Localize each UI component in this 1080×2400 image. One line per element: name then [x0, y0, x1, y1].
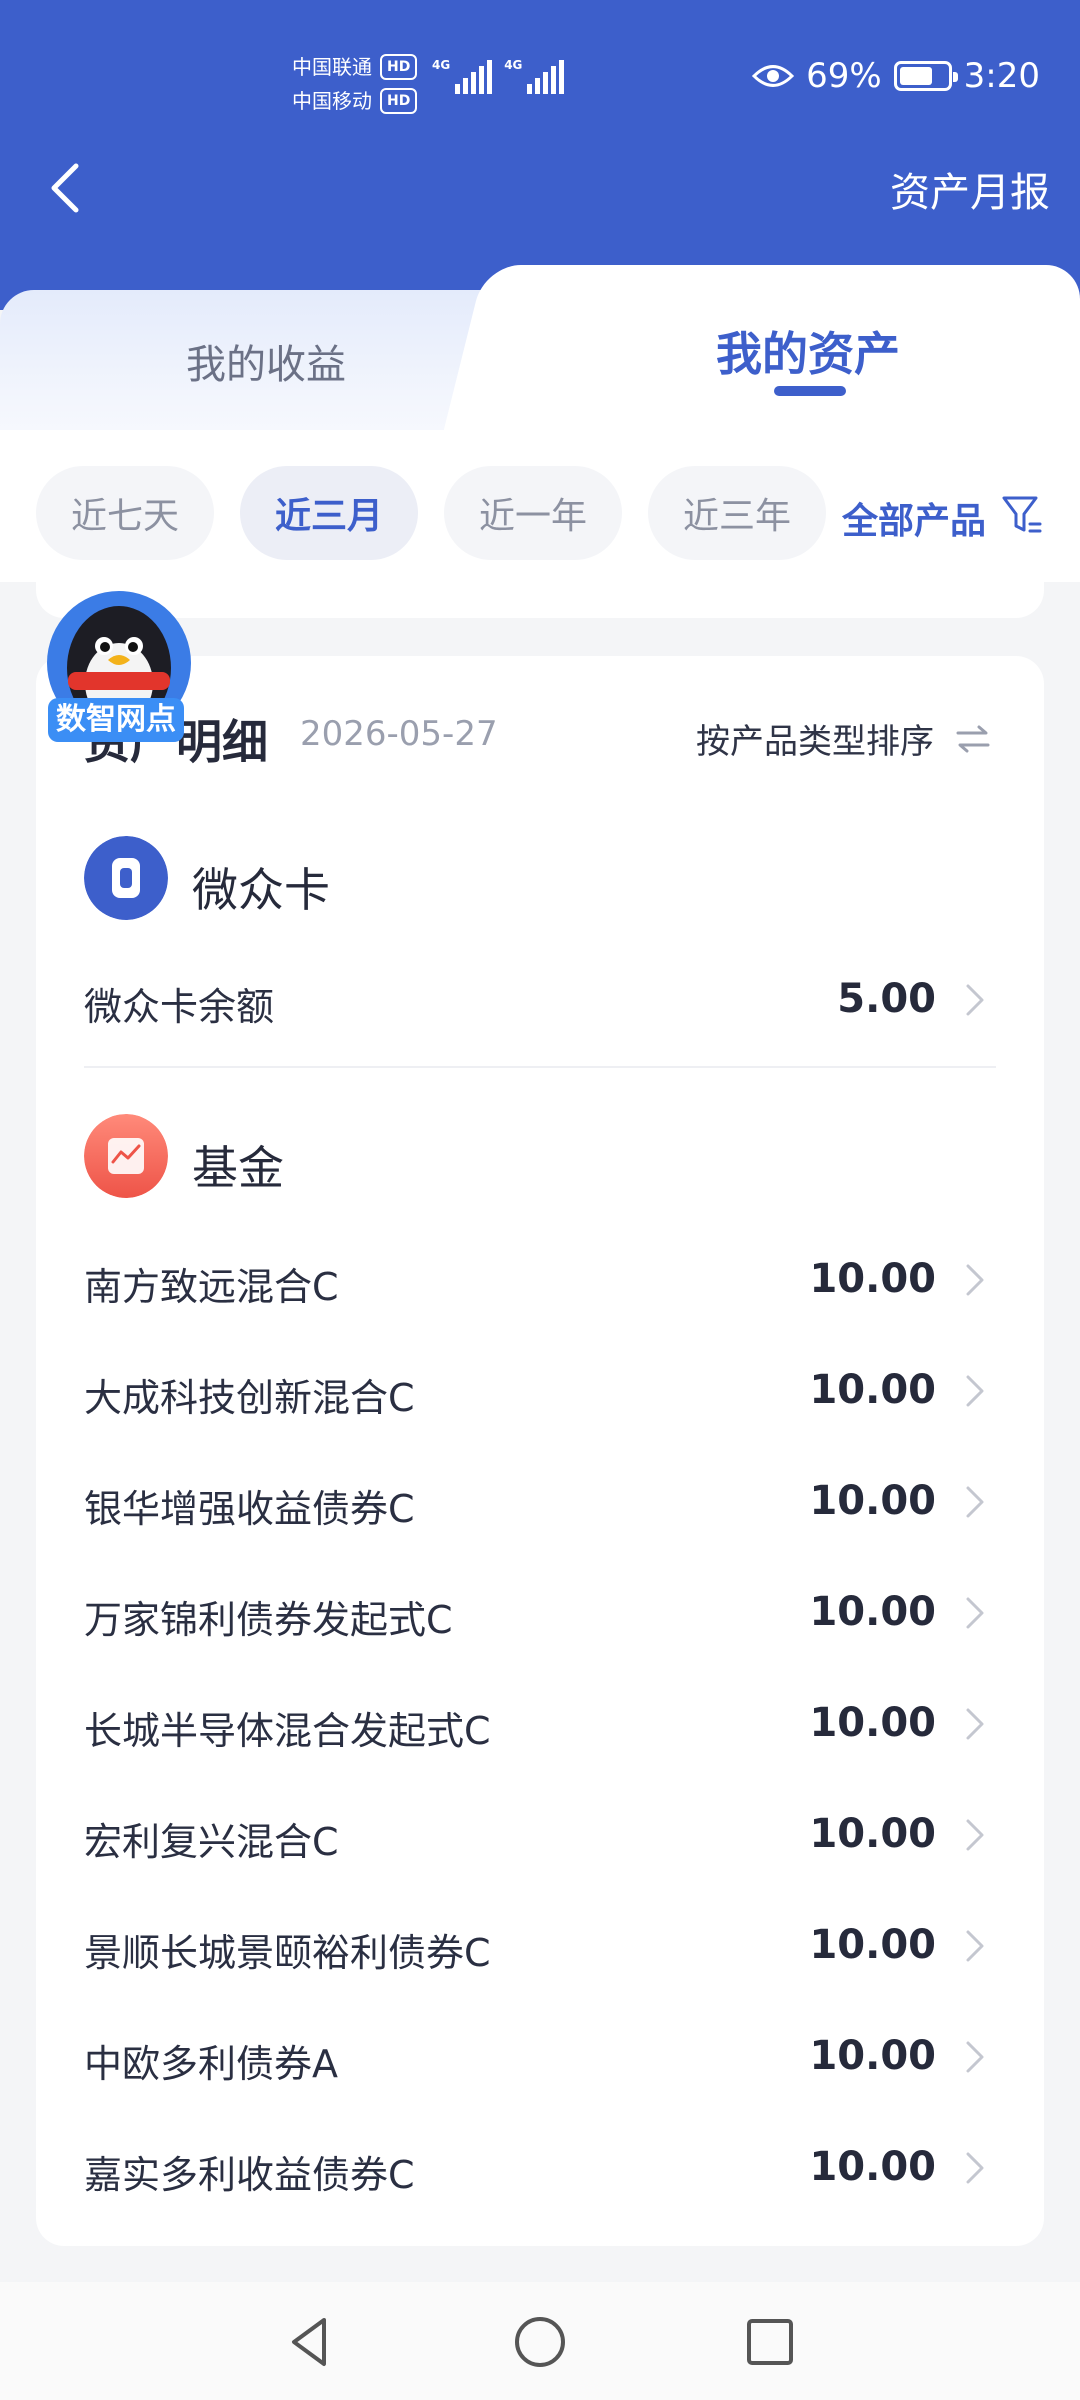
signal-strength-icon: 4G: [504, 58, 565, 94]
asset-details-date: 2026-05-27: [300, 714, 498, 754]
tab-my-earnings-label[interactable]: 我的收益: [186, 332, 346, 390]
list-item[interactable]: 嘉实多利收益债券C 10.00: [36, 2114, 1044, 2224]
tab-my-assets-label[interactable]: 我的资产: [716, 318, 900, 384]
list-item[interactable]: 微众卡余额 5.00: [36, 946, 1044, 1056]
battery-fill: [899, 67, 932, 85]
status-bar: 中国联通 HD 中国移动 HD 4G 4G 69% 3:20: [0, 0, 1080, 150]
item-name: 长城半导体混合发起式C: [84, 1709, 491, 1753]
item-name: 中欧多利债券A: [84, 2042, 338, 2086]
signal-icons: 4G 4G: [432, 58, 565, 94]
category-name: 基金: [192, 1141, 284, 1195]
chevron-right-icon: [966, 2041, 984, 2073]
chevron-right-icon: [966, 1708, 984, 1740]
card-icon: [84, 836, 168, 920]
list-item[interactable]: 大成科技创新混合C 10.00: [36, 1337, 1044, 1447]
carrier-2: 中国移动: [292, 89, 372, 113]
asset-monthly-report-link[interactable]: 资产月报: [890, 160, 1050, 218]
chevron-right-icon: [966, 984, 984, 1016]
divider: [84, 1066, 996, 1068]
carrier-info: 中国联通 HD 中国移动 HD: [292, 50, 418, 118]
list-item[interactable]: 万家锦利债券发起式C 10.00: [36, 1559, 1044, 1669]
item-name: 大成科技创新混合C: [84, 1376, 415, 1420]
item-name: 宏利复兴混合C: [84, 1820, 339, 1864]
hd-badge: HD: [380, 88, 418, 114]
nav-back-icon[interactable]: [280, 2312, 340, 2372]
item-value: 10.00: [809, 1367, 936, 1413]
item-name: 微众卡余额: [84, 985, 275, 1029]
item-name: 南方致远混合C: [84, 1265, 339, 1309]
mascot-badge[interactable]: 数智网点: [48, 698, 184, 742]
item-value: 10.00: [809, 1922, 936, 1968]
chip-7-days[interactable]: 近七天: [36, 466, 214, 560]
item-name: 银华增强收益债券C: [84, 1487, 415, 1531]
carrier-1: 中国联通: [292, 55, 372, 79]
item-value: 10.00: [809, 1700, 936, 1746]
chevron-right-icon: [966, 1375, 984, 1407]
list-item[interactable]: 中欧多利债券A 10.00: [36, 2003, 1044, 2113]
item-value: 10.00: [809, 1811, 936, 1857]
chevron-right-icon: [966, 1597, 984, 1629]
item-value: 10.00: [809, 2033, 936, 2079]
chevron-right-icon: [966, 1486, 984, 1518]
chevron-right-icon: [966, 1264, 984, 1296]
item-name: 嘉实多利收益债券C: [84, 2153, 415, 2197]
nav-recents-icon[interactable]: [740, 2312, 800, 2372]
battery-percent: 69%: [806, 56, 882, 96]
sort-by-type-button[interactable]: 按产品类型排序: [696, 714, 990, 763]
list-item[interactable]: 景顺长城景颐裕利债券C 10.00: [36, 1892, 1044, 2002]
category-name: 微众卡: [192, 863, 330, 917]
item-value: 10.00: [809, 1589, 936, 1635]
fund-chart-icon: [84, 1114, 168, 1198]
chip-1-year[interactable]: 近一年: [444, 466, 622, 560]
list-item[interactable]: 南方致远混合C 10.00: [36, 1226, 1044, 1336]
battery-icon: [893, 61, 958, 91]
active-tab-indicator: [774, 386, 846, 396]
item-name: 景顺长城景颐裕利债券C: [84, 1931, 491, 1975]
back-icon[interactable]: [40, 158, 100, 218]
item-value: 10.00: [809, 1256, 936, 1302]
network-type: 4G: [504, 58, 523, 72]
chevron-right-icon: [966, 1819, 984, 1851]
item-name: 万家锦利债券发起式C: [84, 1598, 453, 1642]
chevron-right-icon: [966, 1930, 984, 1962]
list-item[interactable]: 银华增强收益债券C 10.00: [36, 1448, 1044, 1558]
hd-badge: HD: [380, 54, 418, 80]
swap-icon: [956, 725, 990, 752]
chevron-right-icon: [966, 2152, 984, 2184]
nav-home-icon[interactable]: [510, 2312, 570, 2372]
clock: 3:20: [963, 56, 1040, 96]
item-value: 5.00: [837, 976, 936, 1022]
all-products-filter[interactable]: 全部产品: [842, 492, 986, 544]
eye-comfort-icon: [752, 65, 795, 87]
list-item[interactable]: 长城半导体混合发起式C 10.00: [36, 1670, 1044, 1780]
sort-label: 按产品类型排序: [696, 722, 934, 762]
item-value: 10.00: [809, 1478, 936, 1524]
chip-3-months[interactable]: 近三月: [240, 466, 418, 560]
list-item[interactable]: 宏利复兴混合C 10.00: [36, 1781, 1044, 1891]
chip-3-years[interactable]: 近三年: [648, 466, 826, 560]
signal-strength-icon: 4G: [432, 58, 493, 94]
item-value: 10.00: [809, 2144, 936, 2190]
network-type: 4G: [432, 58, 451, 72]
filter-icon[interactable]: [1000, 494, 1042, 536]
